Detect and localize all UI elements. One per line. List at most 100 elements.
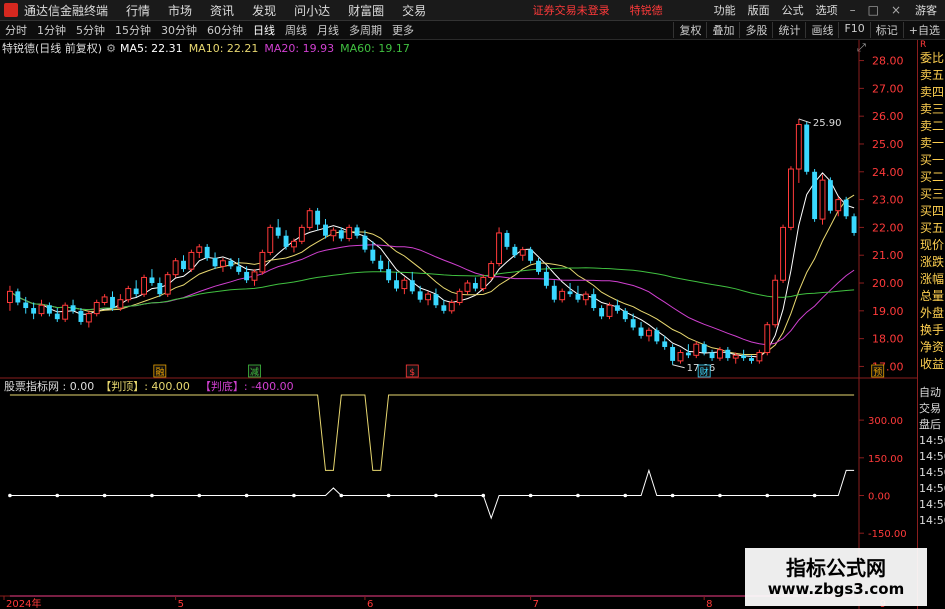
ma60-line xyxy=(9,267,855,311)
candle xyxy=(519,249,526,256)
candle xyxy=(441,305,447,311)
login-warning[interactable]: 证券交易未登录 xyxy=(528,2,615,18)
period-5min[interactable]: 5分钟 xyxy=(71,22,110,38)
candle xyxy=(725,349,731,359)
event-marker-box xyxy=(697,364,711,378)
menu-layout[interactable]: 版面 xyxy=(742,2,776,18)
tool-f10[interactable]: F10 xyxy=(838,22,869,38)
event-marker: $ xyxy=(409,368,415,378)
event-marker: 预 xyxy=(873,367,882,378)
menu-options[interactable]: 选项 xyxy=(810,2,844,18)
indicator-dot xyxy=(528,493,533,498)
sidebar-label: 委比 xyxy=(920,51,945,65)
candle xyxy=(46,305,52,314)
ma5-label: MA5: 22.31 xyxy=(119,41,183,55)
candle xyxy=(827,180,833,211)
period-60min[interactable]: 60分钟 xyxy=(202,22,248,38)
tool-mark[interactable]: 标记 xyxy=(869,22,903,38)
period-daily[interactable]: 日线 xyxy=(248,22,280,38)
period-more[interactable]: 更多 xyxy=(387,22,419,38)
candle xyxy=(488,263,495,278)
candle xyxy=(464,282,471,292)
indicator-top: 【判顶】: 400.00 xyxy=(100,380,190,393)
sub-y-tick-label: 300.00 xyxy=(868,416,903,427)
y-tick-label: 17.00 xyxy=(872,360,904,373)
expand-icon[interactable]: ⤢ xyxy=(857,41,866,55)
candle xyxy=(764,324,771,354)
y-tick-label: 25.00 xyxy=(872,138,904,151)
stock-tag[interactable]: 特锐德 xyxy=(625,2,668,18)
candle xyxy=(567,291,573,295)
candle xyxy=(401,279,408,290)
indicator-header: 股票指标网 : 0.00 【判顶】: 400.00 【判底】: -400.00 xyxy=(0,379,294,393)
watermark-url: www.zbgs3.com xyxy=(767,580,905,598)
candle xyxy=(172,260,179,276)
sidebar-marker: R xyxy=(920,40,927,50)
candle xyxy=(259,251,266,273)
x-tick-label: 5 xyxy=(178,599,184,609)
menu-function[interactable]: 功能 xyxy=(708,2,742,18)
candle xyxy=(756,352,763,362)
candle xyxy=(472,283,478,289)
event-marker: 减 xyxy=(250,366,259,378)
candle xyxy=(196,246,203,253)
indicator-dot xyxy=(244,493,249,498)
x-tick-label: 8 xyxy=(706,599,712,609)
candle xyxy=(851,216,857,233)
candle xyxy=(386,269,392,281)
tool-stats[interactable]: 统计 xyxy=(772,22,805,38)
menu-formula[interactable]: 公式 xyxy=(776,2,810,18)
menu-item-wealth[interactable]: 财富圈 xyxy=(339,2,393,19)
candle xyxy=(354,227,360,236)
candle xyxy=(164,274,171,295)
tool-multi-stock[interactable]: 多股 xyxy=(739,22,772,38)
menu-item-news[interactable]: 资讯 xyxy=(201,2,243,19)
menu-item-market2[interactable]: 市场 xyxy=(159,2,201,19)
period-monthly[interactable]: 月线 xyxy=(312,22,344,38)
period-multi[interactable]: 多周期 xyxy=(344,22,387,38)
maximize-icon[interactable]: □ xyxy=(862,3,885,17)
y-tick-label: 27.00 xyxy=(872,82,904,95)
candle xyxy=(93,301,100,315)
indicator-dot xyxy=(481,493,486,498)
candle xyxy=(551,285,557,300)
price-chart[interactable]: 28.00 27.00 26.00 25.00 24.00 23.00 22.00 21.00… xyxy=(0,0,945,609)
high-pointer xyxy=(798,118,811,124)
menu-item-discover[interactable]: 发现 xyxy=(243,2,285,19)
candle xyxy=(716,349,723,359)
candle xyxy=(62,304,69,320)
event-marker-box xyxy=(153,364,167,378)
ma60-label: MA60: 19.17 xyxy=(340,41,410,55)
candle xyxy=(283,235,289,247)
minimize-icon[interactable]: – xyxy=(844,3,862,17)
tool-restore-rights[interactable]: 复权 xyxy=(673,22,706,38)
tool-add-watchlist[interactable]: +自选 xyxy=(902,22,945,38)
candle xyxy=(693,343,700,356)
candle xyxy=(654,330,660,342)
menu-item-ask[interactable]: 问小达 xyxy=(285,2,339,19)
period-timeshare[interactable]: 分时 xyxy=(0,22,32,38)
candle xyxy=(670,346,676,361)
period-1min[interactable]: 1分钟 xyxy=(32,22,71,38)
tool-overlay[interactable]: 叠加 xyxy=(706,22,739,38)
indicator-line xyxy=(9,468,855,520)
indicator-dot xyxy=(765,493,770,498)
guest-label[interactable]: 游客 xyxy=(907,2,945,18)
candle xyxy=(78,310,84,322)
settings-icon[interactable]: ⚙ xyxy=(106,42,116,55)
candle xyxy=(662,341,668,347)
menu-item-trade[interactable]: 交易 xyxy=(393,2,435,19)
sidebar-label: 卖五 xyxy=(920,68,945,82)
trade-sidebar-label: 自动 xyxy=(919,386,941,399)
period-weekly[interactable]: 周线 xyxy=(280,22,312,38)
close-icon[interactable]: × xyxy=(885,3,907,17)
candle xyxy=(685,352,691,356)
event-marker: 财 xyxy=(700,366,709,378)
period-30min[interactable]: 30分钟 xyxy=(156,22,202,38)
candle xyxy=(741,355,747,359)
menu-item-market[interactable]: 行情 xyxy=(117,2,159,19)
candle xyxy=(677,352,684,362)
tool-draw[interactable]: 画线 xyxy=(805,22,838,38)
y-tick-label: 26.00 xyxy=(872,110,904,123)
period-15min[interactable]: 15分钟 xyxy=(110,22,156,38)
